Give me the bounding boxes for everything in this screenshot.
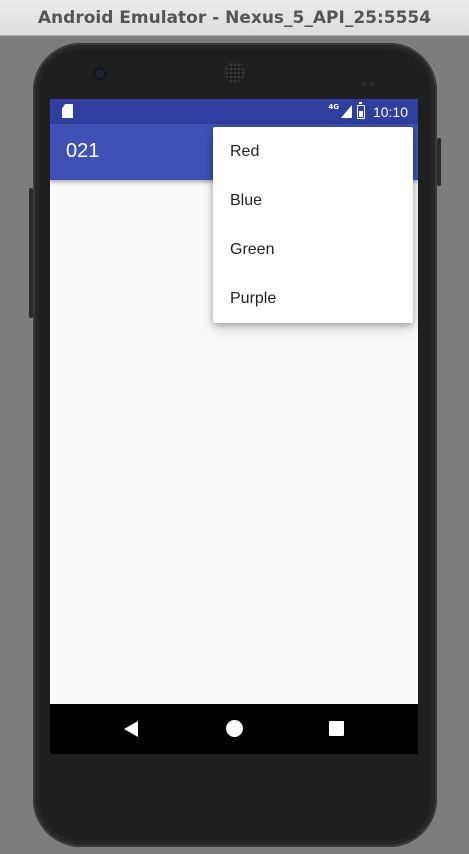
sd-card-icon [62,104,73,118]
menu-item-blue[interactable]: Blue [213,176,413,225]
app-title: 021 [66,140,100,162]
menu-item-green[interactable]: Green [213,225,413,274]
status-bar: 4G 10:10 [50,99,418,124]
volume-button[interactable] [29,188,33,318]
menu-item-purple[interactable]: Purple [213,274,413,323]
home-icon[interactable] [226,720,243,737]
signal-icon [340,105,352,118]
back-icon[interactable] [124,721,138,737]
proximity-sensors [361,71,379,86]
status-clock: 10:10 [372,103,408,120]
menu-item-red[interactable]: Red [213,127,413,176]
network-type-label: 4G [328,102,339,111]
recents-icon[interactable] [329,721,344,736]
overflow-menu: Red Blue Green Purple [213,127,413,323]
navigation-bar [50,704,418,754]
battery-icon [356,101,365,119]
power-button[interactable] [437,138,441,186]
emulator-window-title: Android Emulator - Nexus_5_API_25:5554 [0,0,469,36]
front-camera [95,69,104,78]
device-screen: 4G 10:10 021 Red Blue Green Purple [50,99,418,754]
earpiece-speaker [225,63,244,82]
